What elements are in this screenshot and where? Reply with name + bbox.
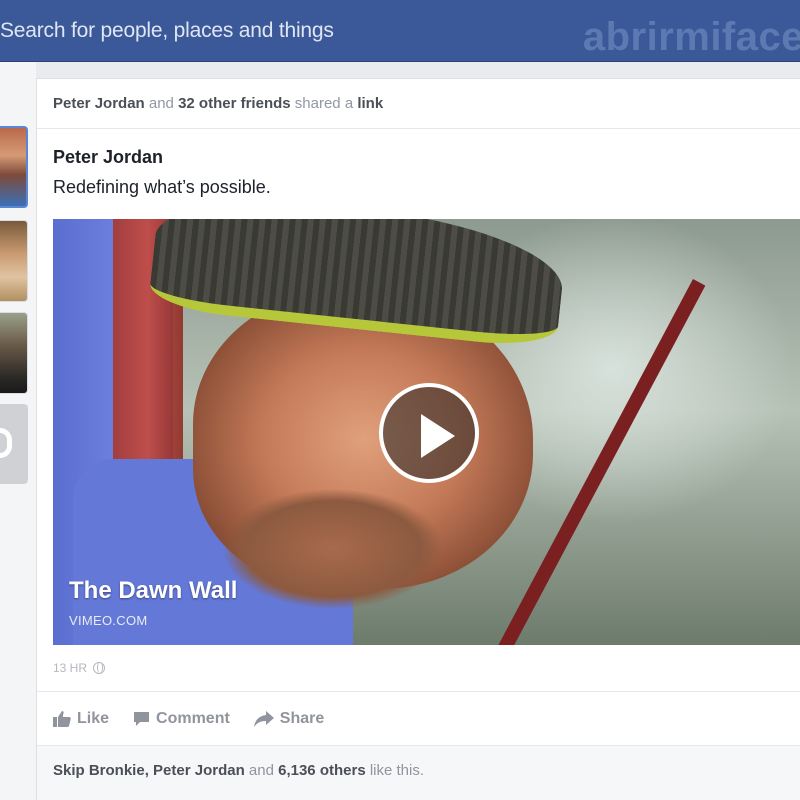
divider [37, 691, 800, 692]
like-button[interactable]: Like [53, 710, 109, 728]
header-connector: and [148, 95, 174, 112]
comment-icon [134, 712, 150, 726]
post-timestamp[interactable]: 13 HR [53, 661, 106, 675]
video-preview[interactable]: The Dawn Wall VIMEO.COM [53, 219, 800, 645]
top-bar: Search for people, places and things abr… [0, 0, 800, 62]
header-verb: shared a [294, 95, 354, 112]
share-icon [253, 711, 274, 727]
author-name[interactable]: Peter Jordan [53, 147, 163, 168]
more-icon [0, 428, 12, 458]
story-actions: Like Comment Share [53, 701, 324, 737]
other-friends-link[interactable]: 32 other friends [178, 95, 291, 112]
actor-link[interactable]: Peter Jordan [53, 95, 145, 112]
video-source: VIMEO.COM [69, 613, 148, 628]
search-input[interactable]: Search for people, places and things [0, 16, 334, 46]
video-title[interactable]: The Dawn Wall [69, 577, 237, 605]
play-button[interactable] [379, 383, 479, 483]
likes-connector: and [248, 762, 274, 779]
share-label: Share [279, 710, 325, 727]
thumbs-up-icon [53, 711, 71, 727]
more-friends-button[interactable] [0, 404, 28, 484]
post-message: Redefining what’s possible. [53, 177, 271, 197]
likes-suffix: like this. [369, 762, 425, 779]
shared-object-link[interactable]: link [357, 95, 383, 112]
friend-avatar[interactable] [0, 220, 28, 302]
friend-avatar[interactable] [0, 126, 28, 208]
other-likers-link[interactable]: 6,136 others [278, 762, 366, 779]
globe-icon [93, 662, 106, 674]
watermark: abrirmiface [582, 15, 800, 59]
story-header: Peter Jordan and 32 other friends shared… [37, 79, 800, 129]
comment-label: Comment [156, 710, 230, 727]
timestamp-text: 13 HR [53, 661, 88, 675]
share-button[interactable]: Share [253, 710, 325, 728]
liker-link[interactable]: Peter Jordan [153, 762, 245, 779]
play-icon [421, 414, 455, 458]
like-label: Like [77, 710, 110, 727]
liker-link[interactable]: Skip Bronkie, [53, 762, 149, 779]
friend-avatar[interactable] [0, 312, 28, 394]
news-feed-story: Peter Jordan and 32 other friends shared… [36, 78, 800, 800]
likes-summary: Skip Bronkie, Peter Jordan and 6,136 oth… [37, 746, 800, 800]
comment-button[interactable]: Comment [133, 710, 230, 728]
friends-sidebar [0, 62, 36, 800]
